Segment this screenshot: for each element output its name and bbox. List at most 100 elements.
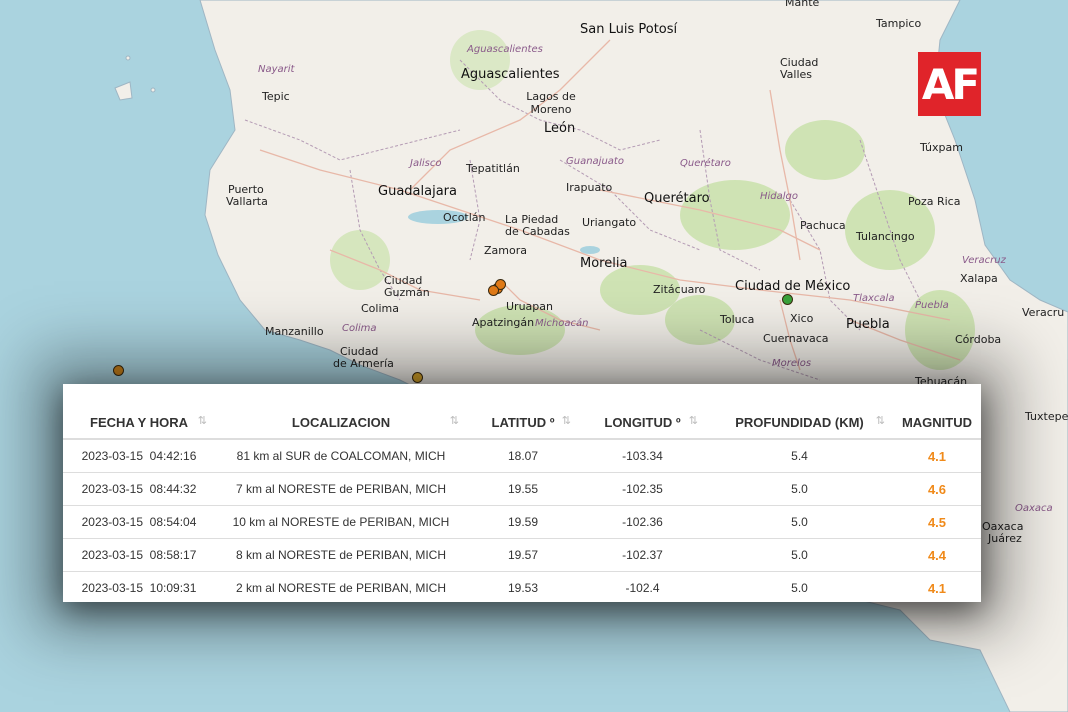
map-label-zitacuaro: Zitácuaro bbox=[653, 283, 706, 296]
cell-longitud: -102.37 bbox=[579, 538, 706, 572]
map-label-aguascalientes: Aguascalientes bbox=[461, 67, 560, 82]
map-label-veracruz-state: Veracruz bbox=[962, 255, 1006, 266]
map-label-nayarit: Nayarit bbox=[258, 64, 295, 75]
map-label-apatzingan: Apatzingán bbox=[472, 316, 535, 329]
map-label-vallarta: Vallarta bbox=[226, 195, 268, 208]
table-header-row: FECHA Y HORA ⇅ LOCALIZACION ⇅ LATITUD º ⇅ L… bbox=[63, 406, 981, 440]
cell-profundidad: 5.0 bbox=[706, 571, 893, 604]
map-label-tuxpam: Túxpam bbox=[920, 141, 963, 154]
cell-localizacion: 10 km al NORESTE de PERIBAN, MICH bbox=[215, 505, 467, 539]
quake-marker[interactable] bbox=[488, 285, 499, 296]
map-label-queretaro: Querétaro bbox=[644, 191, 710, 206]
quake-marker[interactable] bbox=[412, 372, 423, 383]
cell-profundidad: 5.4 bbox=[706, 438, 893, 473]
map-label-tampico: Tampico bbox=[876, 17, 922, 30]
table-row[interactable]: 2023-03-15 04:42:16 81 km al SUR de COAL… bbox=[63, 438, 981, 473]
map-label-puebla-state: Puebla bbox=[915, 300, 949, 311]
map-label-tlaxcala: Tlaxcala bbox=[853, 293, 895, 304]
quake-marker[interactable] bbox=[113, 365, 124, 376]
header-fecha-hora[interactable]: FECHA Y HORA ⇅ bbox=[63, 406, 215, 440]
cell-latitud: 19.57 bbox=[467, 538, 579, 572]
cell-fecha: 2023-03-15 08:44:32 bbox=[63, 472, 215, 506]
earthquake-table-panel: FECHA Y HORA ⇅ LOCALIZACION ⇅ LATITUD º ⇅ L… bbox=[63, 384, 981, 604]
cell-magnitud: 4.1 bbox=[893, 438, 981, 473]
map-label-uruapan: Uruapan bbox=[506, 300, 553, 313]
map-label-queretaro-state: Querétaro bbox=[680, 158, 731, 169]
cell-magnitud: 4.4 bbox=[893, 538, 981, 572]
map-label-ciudad-guzman-2: Guzmán bbox=[384, 286, 430, 299]
sort-icon[interactable]: ⇅ bbox=[876, 414, 885, 427]
table-row[interactable]: 2023-03-15 08:54:04 10 km al NORESTE de … bbox=[63, 505, 981, 539]
header-label: LOCALIZACION bbox=[291, 414, 391, 430]
cell-longitud: -102.35 bbox=[579, 472, 706, 506]
cell-magnitud: 4.1 bbox=[893, 571, 981, 604]
cell-fecha: 2023-03-15 08:54:04 bbox=[63, 505, 215, 539]
map-label-ciudad-de-mexico: Ciudad de México bbox=[735, 279, 851, 294]
map-label-jalisco: Jalisco bbox=[410, 158, 442, 169]
map-label-veracruz-city: Veracru bbox=[1022, 306, 1065, 319]
header-label: LATITUD º bbox=[491, 414, 555, 430]
map-label-pachuca: Pachuca bbox=[800, 219, 846, 232]
sort-icon[interactable]: ⇅ bbox=[689, 414, 698, 427]
map-label-oaxaca-state: Oaxaca bbox=[1015, 503, 1053, 514]
table-row[interactable]: 2023-03-15 08:58:17 8 km al NORESTE de P… bbox=[63, 538, 981, 572]
map-label-mante: Mante bbox=[785, 0, 820, 9]
map-label-ciudad-armeria-2: de Armería bbox=[333, 357, 394, 370]
map-label-oaxaca-juarez: Juárez bbox=[988, 532, 1022, 545]
map-label-poza-rica: Poza Rica bbox=[908, 195, 961, 208]
map-label-leon: León bbox=[544, 121, 576, 136]
map-label-tepatitlan: Tepatitlán bbox=[466, 162, 520, 175]
cell-fecha: 2023-03-15 08:58:17 bbox=[63, 538, 215, 572]
cell-localizacion: 8 km al NORESTE de PERIBAN, MICH bbox=[215, 538, 467, 572]
sort-icon[interactable]: ⇅ bbox=[450, 414, 459, 427]
map-label-puebla: Puebla bbox=[846, 317, 890, 332]
map-label-tuxtepec: Tuxtepec bbox=[1025, 410, 1068, 423]
map-label-irapuato: Irapuato bbox=[566, 181, 613, 194]
map-label-xico: Xico bbox=[790, 312, 814, 325]
table-row[interactable]: 2023-03-15 10:09:31 2 km al NORESTE de P… bbox=[63, 571, 981, 604]
map-label-cuernavaca: Cuernavaca bbox=[763, 332, 829, 345]
cell-profundidad: 5.0 bbox=[706, 538, 893, 572]
cell-latitud: 19.53 bbox=[467, 571, 579, 604]
cell-longitud: -102.36 bbox=[579, 505, 706, 539]
cell-latitud: 19.59 bbox=[467, 505, 579, 539]
map-label-de-cabadas: de Cabadas bbox=[505, 225, 570, 238]
map-label-colima-state: Colima bbox=[342, 323, 377, 334]
cell-magnitud: 4.6 bbox=[893, 472, 981, 506]
map-label-manzanillo: Manzanillo bbox=[265, 325, 324, 338]
cell-latitud: 19.55 bbox=[467, 472, 579, 506]
map-label-san-luis-potosi: San Luis Potosí bbox=[580, 22, 678, 37]
cell-longitud: -103.34 bbox=[579, 438, 706, 473]
header-label: MAGNITUD bbox=[901, 414, 973, 430]
earthquake-table: FECHA Y HORA ⇅ LOCALIZACION ⇅ LATITUD º ⇅ L… bbox=[63, 406, 981, 604]
header-label: PROFUNDIDAD (KM) bbox=[735, 414, 864, 430]
cell-profundidad: 5.0 bbox=[706, 472, 893, 506]
map-label-ciudad-valles-2: Valles bbox=[780, 68, 813, 81]
cell-magnitud: 4.5 bbox=[893, 505, 981, 539]
map-label-cordoba: Córdoba bbox=[955, 333, 1002, 346]
map-label-hidalgo: Hidalgo bbox=[760, 191, 799, 202]
map-label-colima-city: Colima bbox=[361, 302, 399, 315]
header-localizacion[interactable]: LOCALIZACION ⇅ bbox=[215, 406, 467, 440]
header-label: LONGITUD º bbox=[604, 414, 681, 430]
cell-localizacion: 7 km al NORESTE de PERIBAN, MICH bbox=[215, 472, 467, 506]
cell-localizacion: 2 km al NORESTE de PERIBAN, MICH bbox=[215, 571, 467, 604]
table-row[interactable]: 2023-03-15 08:44:32 7 km al NORESTE de P… bbox=[63, 472, 981, 506]
map-label-ocotlan: Ocotlán bbox=[443, 211, 486, 224]
header-latitud[interactable]: LATITUD º ⇅ bbox=[467, 406, 579, 440]
map-label-morelia: Morelia bbox=[580, 256, 628, 271]
sort-icon[interactable]: ⇅ bbox=[198, 414, 207, 427]
header-longitud[interactable]: LONGITUD º ⇅ bbox=[579, 406, 706, 440]
map-label-morelos: Morelos bbox=[772, 358, 812, 369]
af-logo: AF bbox=[918, 52, 981, 116]
header-label: FECHA Y HORA bbox=[90, 414, 188, 430]
sort-icon[interactable]: ⇅ bbox=[562, 414, 571, 427]
header-magnitud[interactable]: MAGNITUD bbox=[893, 406, 981, 440]
cell-fecha: 2023-03-15 10:09:31 bbox=[63, 571, 215, 604]
header-profundidad[interactable]: PROFUNDIDAD (KM) ⇅ bbox=[706, 406, 893, 440]
map-label-toluca: Toluca bbox=[720, 313, 755, 326]
map-label-michoacan: Michoacán bbox=[535, 318, 589, 329]
quake-marker[interactable] bbox=[782, 294, 793, 305]
map-label-aguascalientes-state: Aguascalientes bbox=[467, 44, 543, 55]
cell-profundidad: 5.0 bbox=[706, 505, 893, 539]
